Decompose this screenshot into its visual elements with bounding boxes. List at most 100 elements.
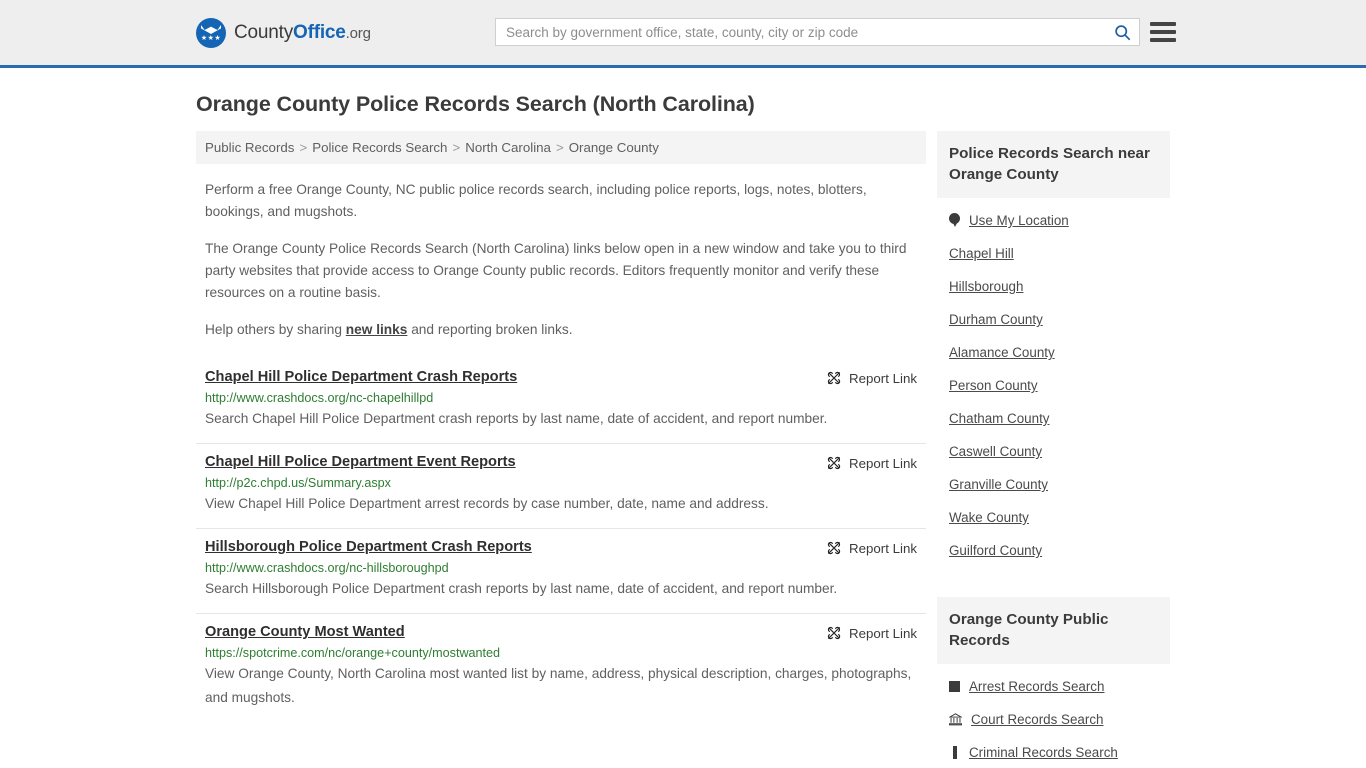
sidebar-nearby-item-hillsborough[interactable]: Hillsborough <box>937 270 1170 303</box>
intro-p3-after: and reporting broken links. <box>407 322 573 337</box>
map-pin-icon <box>949 213 960 228</box>
sidebar-link-label[interactable]: Hillsborough <box>949 279 1023 294</box>
result-title-link[interactable]: Chapel Hill Police Department Event Repo… <box>205 454 516 470</box>
courthouse-icon <box>947 713 964 726</box>
sidebar-nearby-item-person-county[interactable]: Person County <box>937 369 1170 402</box>
result-item: Orange County Most Wanted Report Link ht… <box>196 613 926 722</box>
brand-org: .org <box>345 24 371 42</box>
menu-bar-1 <box>1150 22 1176 26</box>
sidebar-public-records-item-criminal-records-search[interactable]: Criminal Records Search <box>937 736 1170 768</box>
broken-link-icon <box>827 626 841 640</box>
menu-bar-3 <box>1150 38 1176 42</box>
brand-text: CountyOffice.org <box>234 22 371 44</box>
sidebar-public-records-item-court-records-search[interactable]: Court Records Search <box>937 703 1170 736</box>
breadcrumb-separator: > <box>299 140 308 155</box>
site-header: ★★★ CountyOffice.org <box>0 0 1366 68</box>
result-url: https://spotcrime.com/nc/orange+county/m… <box>205 646 501 660</box>
intro-p3-before: Help others by sharing <box>205 322 346 337</box>
result-description: View Chapel Hill Police Department arres… <box>205 496 769 511</box>
page-container: Orange County Police Records Search (Nor… <box>0 92 1366 768</box>
result-url: http://www.crashdocs.org/nc-chapelhillpd <box>205 391 434 405</box>
fingerprint-card-icon <box>949 681 960 692</box>
sidebar-nearby-list: Use My Location Chapel Hill Hillsborough Du… <box>937 198 1170 567</box>
report-link-button[interactable]: Report Link <box>826 540 917 556</box>
breadcrumb-item-1[interactable]: Police Records Search <box>312 140 447 155</box>
sidebar-link-label[interactable]: Durham County <box>949 312 1043 327</box>
sidebar-nearby-title: Police Records Search near Orange County <box>937 131 1170 198</box>
result-description: Search Hillsborough Police Department cr… <box>205 581 838 596</box>
search-bar <box>495 18 1140 46</box>
site-logo-link[interactable]: ★★★ CountyOffice.org <box>196 17 371 48</box>
broken-link-icon <box>827 541 841 555</box>
report-link-button[interactable]: Report Link <box>826 455 917 471</box>
result-url: http://p2c.chpd.us/Summary.aspx <box>205 476 391 490</box>
report-link-label: Report Link <box>849 540 917 556</box>
intro-paragraph-2: The Orange County Police Records Search … <box>205 241 907 300</box>
stars-icon: ★★★ <box>200 35 222 42</box>
result-description: Search Chapel Hill Police Department cra… <box>205 411 828 426</box>
sidebar-link-label[interactable]: Use My Location <box>969 213 1069 228</box>
broken-link-icon <box>827 456 841 470</box>
sidebar-nearby-item-chatham-county[interactable]: Chatham County <box>937 402 1170 435</box>
eagle-icon <box>201 25 221 34</box>
sidebar-nearby-item-granville-county[interactable]: Granville County <box>937 468 1170 501</box>
result-header: Chapel Hill Police Department Event Repo… <box>205 454 917 471</box>
report-link-label: Report Link <box>849 370 917 386</box>
countyoffice-logo-icon: ★★★ <box>196 17 226 48</box>
result-header: Hillsborough Police Department Crash Rep… <box>205 539 917 556</box>
intro-paragraph-3: Help others by sharing new links and rep… <box>196 319 926 341</box>
new-links-link[interactable]: new links <box>346 322 408 337</box>
result-description: View Orange County, North Carolina most … <box>205 666 912 705</box>
result-url: http://www.crashdocs.org/nc-hillsborough… <box>205 561 449 575</box>
sidebar-nearby-item-durham-county[interactable]: Durham County <box>937 303 1170 336</box>
sidebar-nearby-item-guilford-county[interactable]: Guilford County <box>937 534 1170 567</box>
sidebar-link-label[interactable]: Chatham County <box>949 411 1049 426</box>
report-link-button[interactable]: Report Link <box>826 625 917 641</box>
sidebar-link-label[interactable]: Person County <box>949 378 1038 393</box>
breadcrumb-separator: > <box>555 140 564 155</box>
result-title-link[interactable]: Hillsborough Police Department Crash Rep… <box>205 539 532 555</box>
breadcrumb-separator: > <box>452 140 461 155</box>
result-title-link[interactable]: Orange County Most Wanted <box>205 624 405 640</box>
result-item: Hillsborough Police Department Crash Rep… <box>196 528 926 613</box>
sidebar-link-label[interactable]: Wake County <box>949 510 1029 525</box>
hamburger-menu-button[interactable] <box>1150 20 1176 44</box>
sidebar-link-label[interactable]: Caswell County <box>949 444 1042 459</box>
search-icon <box>1114 24 1130 40</box>
document-icon <box>949 746 960 759</box>
result-item: Chapel Hill Police Department Crash Repo… <box>196 359 926 443</box>
search-button[interactable] <box>1105 19 1139 45</box>
breadcrumb-item-2[interactable]: North Carolina <box>465 140 551 155</box>
breadcrumb-item-0[interactable]: Public Records <box>205 140 294 155</box>
intro-paragraph-1: Perform a free Orange County, NC public … <box>205 182 867 219</box>
sidebar-link-label[interactable]: Chapel Hill <box>949 246 1014 261</box>
brand-county: County <box>234 21 294 43</box>
sidebar-link-label[interactable]: Criminal Records Search <box>969 745 1118 760</box>
menu-bar-2 <box>1150 30 1176 34</box>
page-title: Orange County Police Records Search (Nor… <box>196 92 755 116</box>
breadcrumb-item-3[interactable]: Orange County <box>569 140 659 155</box>
brand-office: Office <box>293 21 346 43</box>
search-input[interactable] <box>496 19 1105 45</box>
sidebar-link-label[interactable]: Guilford County <box>949 543 1042 558</box>
result-header: Chapel Hill Police Department Crash Repo… <box>205 369 917 386</box>
results-list: Chapel Hill Police Department Crash Repo… <box>196 359 926 722</box>
sidebar-nearby-item-use-my-location[interactable]: Use My Location <box>937 204 1170 237</box>
sidebar-nearby-item-caswell-county[interactable]: Caswell County <box>937 435 1170 468</box>
sidebar-public-records-item-arrest-records-search[interactable]: Arrest Records Search <box>937 670 1170 703</box>
sidebar-link-label[interactable]: Granville County <box>949 477 1048 492</box>
sidebar-nearby-item-alamance-county[interactable]: Alamance County <box>937 336 1170 369</box>
sidebar-public-records-list: Arrest Records Search Court Records Sear… <box>937 664 1170 768</box>
sidebar-link-label[interactable]: Arrest Records Search <box>969 679 1104 694</box>
report-link-button[interactable]: Report Link <box>826 370 917 386</box>
result-title-link[interactable]: Chapel Hill Police Department Crash Repo… <box>205 369 517 385</box>
content-row: Public Records > Police Records Search >… <box>196 131 1170 768</box>
sidebar-link-label[interactable]: Court Records Search <box>971 712 1103 727</box>
sidebar-link-label[interactable]: Alamance County <box>949 345 1055 360</box>
sidebar-nearby-item-wake-county[interactable]: Wake County <box>937 501 1170 534</box>
report-link-label: Report Link <box>849 625 917 641</box>
breadcrumb: Public Records > Police Records Search >… <box>196 131 926 164</box>
sidebar-nearby-item-chapel-hill[interactable]: Chapel Hill <box>937 237 1170 270</box>
broken-link-icon <box>827 371 841 385</box>
